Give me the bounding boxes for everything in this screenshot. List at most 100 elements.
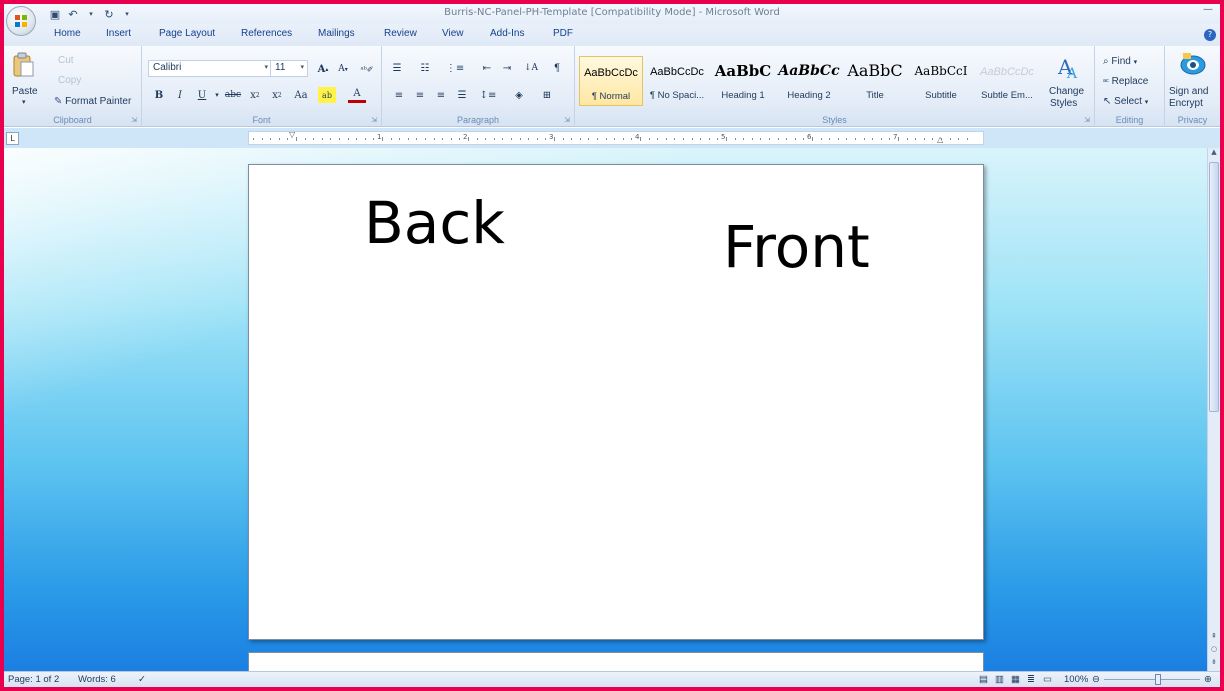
tab-references[interactable]: References	[241, 28, 292, 39]
paragraph-launcher-icon[interactable]: ⇲	[564, 116, 570, 124]
tab-page-layout[interactable]: Page Layout	[159, 28, 215, 39]
replace-icon: ᵃᶜ	[1103, 77, 1109, 86]
previous-page-icon[interactable]: ⇞	[1208, 632, 1220, 644]
style-no-spacing[interactable]: AaBbCcDc ¶ No Spaci...	[645, 56, 709, 106]
font-name-select[interactable]: Calibri ▾	[148, 60, 272, 77]
zoom-out-icon[interactable]: ⊖	[1092, 674, 1100, 685]
cut-button[interactable]: Cut	[58, 55, 74, 66]
browse-object-icon[interactable]: ○	[1208, 645, 1220, 657]
grow-font-icon[interactable]: A ▴	[314, 61, 332, 77]
bullets-icon[interactable]: ☰	[388, 60, 406, 76]
change-case-icon[interactable]: Aa	[292, 87, 310, 103]
scroll-thumb[interactable]	[1209, 162, 1219, 412]
scroll-up-icon[interactable]: ▲	[1208, 148, 1220, 160]
ruler-tick	[906, 138, 908, 140]
tab-insert[interactable]: Insert	[106, 28, 131, 39]
ruler-tick	[382, 137, 383, 141]
format-painter-button[interactable]: ✎ Format Painter	[54, 96, 131, 107]
paste-icon[interactable]	[12, 52, 34, 78]
replace-button[interactable]: ᵃᶜ Replace	[1103, 76, 1148, 87]
zoom-in-icon[interactable]: ⊕	[1204, 674, 1212, 685]
word-count[interactable]: Words: 6	[78, 674, 116, 685]
document-page-2[interactable]	[248, 652, 984, 671]
multilevel-list-icon[interactable]: ⋮≡	[446, 60, 464, 76]
style-subtle-emphasis[interactable]: AaBbCcDc Subtle Em...	[975, 56, 1039, 106]
tab-view[interactable]: View	[442, 28, 464, 39]
zoom-slider-thumb[interactable]	[1155, 674, 1161, 685]
paste-button[interactable]: Paste	[12, 86, 38, 97]
web-layout-icon[interactable]: ▦	[1011, 674, 1020, 685]
align-left-icon[interactable]: ≡	[390, 87, 408, 103]
superscript-icon[interactable]: x2	[268, 87, 286, 103]
draft-view-icon[interactable]: ▭	[1043, 674, 1052, 685]
tab-pdf[interactable]: PDF	[553, 28, 573, 39]
copy-button[interactable]: Copy	[58, 75, 81, 86]
numbering-icon[interactable]: ☷	[416, 60, 434, 76]
subscript-icon[interactable]: x2	[246, 87, 264, 103]
style-heading-1[interactable]: AaBbC Heading 1	[711, 56, 775, 106]
styles-launcher-icon[interactable]: ⇲	[1084, 116, 1090, 124]
borders-icon[interactable]: ⊞	[538, 87, 556, 103]
shrink-font-icon[interactable]: A ▾	[334, 61, 352, 77]
tab-review[interactable]: Review	[384, 28, 417, 39]
sign-encrypt-label-1[interactable]: Sign and	[1169, 86, 1208, 97]
ruler-tick	[803, 138, 805, 140]
help-icon[interactable]: ?	[1204, 29, 1216, 41]
next-page-icon[interactable]: ⇟	[1208, 658, 1220, 670]
align-right-icon[interactable]: ≡	[432, 87, 450, 103]
outline-view-icon[interactable]: ≣	[1027, 674, 1035, 685]
tab-add-ins[interactable]: Add-Ins	[490, 28, 524, 39]
tab-mailings[interactable]: Mailings	[318, 28, 355, 39]
font-size-select[interactable]: 11 ▾	[270, 60, 308, 77]
font-color-icon[interactable]: A	[348, 87, 366, 103]
office-button[interactable]	[6, 6, 36, 36]
sign-encrypt-label-2[interactable]: Encrypt	[1169, 98, 1203, 109]
clear-formatting-icon[interactable]: ᵃᵇ✐	[358, 61, 376, 77]
proofing-icon[interactable]: ✓	[138, 674, 146, 685]
ruler-tick	[837, 138, 839, 140]
ruler-tick	[786, 138, 788, 140]
full-screen-reading-icon[interactable]: ▥	[995, 674, 1004, 685]
sort-icon[interactable]: ↓A	[522, 60, 540, 76]
tab-selector[interactable]: L	[6, 132, 19, 145]
document-page[interactable]: Back Front	[248, 164, 984, 640]
increase-indent-icon[interactable]: ⇥	[498, 60, 516, 76]
highlight-icon[interactable]: ab	[318, 87, 336, 103]
ruler-tick	[270, 138, 272, 140]
change-styles-button[interactable]: A A Change Styles	[1044, 52, 1094, 110]
first-line-indent-marker[interactable]: ▽	[289, 130, 295, 139]
line-spacing-icon[interactable]: ↕≡	[479, 87, 497, 103]
style-title[interactable]: AaBbC Title	[843, 56, 907, 106]
ruler-tick	[588, 138, 590, 140]
zoom-slider[interactable]	[1104, 679, 1200, 680]
font-size-value: 11	[275, 62, 286, 73]
decrease-indent-icon[interactable]: ⇤	[478, 60, 496, 76]
italic-icon[interactable]: I	[171, 87, 189, 103]
sign-encrypt-icon[interactable]	[1179, 52, 1207, 78]
show-formatting-marks-icon[interactable]: ¶	[548, 60, 566, 76]
style-heading-2[interactable]: AaBbCc Heading 2	[777, 56, 841, 106]
style-subtitle[interactable]: AaBbCcI Subtitle	[909, 56, 973, 106]
ruler-tick	[958, 138, 960, 140]
vertical-scrollbar[interactable]: ▲ ⇞ ○ ⇟	[1207, 148, 1220, 671]
minimize-icon[interactable]: —	[1200, 4, 1216, 15]
select-button[interactable]: ↖ Select ▾	[1103, 96, 1148, 107]
page-count[interactable]: Page: 1 of 2	[8, 674, 59, 685]
shading-icon[interactable]: ◈	[510, 87, 528, 103]
zoom-level[interactable]: 100%	[1064, 674, 1088, 685]
print-layout-view-icon[interactable]: ▤	[979, 674, 988, 685]
style-normal[interactable]: AaBbCcDc ¶ Normal	[579, 56, 643, 106]
clipboard-group: Paste ▾ Cut Copy ✎ Format Painter Clipbo…	[4, 46, 142, 127]
strikethrough-icon[interactable]: abc	[224, 87, 242, 103]
find-button[interactable]: ⌕ Find ▾	[1103, 56, 1137, 67]
horizontal-ruler[interactable]: ▽ △ 1 2 3 4 5 6 7	[248, 130, 984, 145]
justify-icon[interactable]: ☰	[453, 87, 471, 103]
clipboard-launcher-icon[interactable]: ⇲	[131, 116, 137, 124]
ruler-tick	[554, 137, 555, 141]
style-sample: AaBbC	[714, 62, 772, 80]
paste-dropdown-icon[interactable]: ▾	[22, 98, 26, 106]
bold-icon[interactable]: B	[150, 87, 168, 103]
tab-home[interactable]: Home	[54, 28, 81, 39]
align-center-icon[interactable]: ≡	[411, 87, 429, 103]
font-launcher-icon[interactable]: ⇲	[371, 116, 377, 124]
